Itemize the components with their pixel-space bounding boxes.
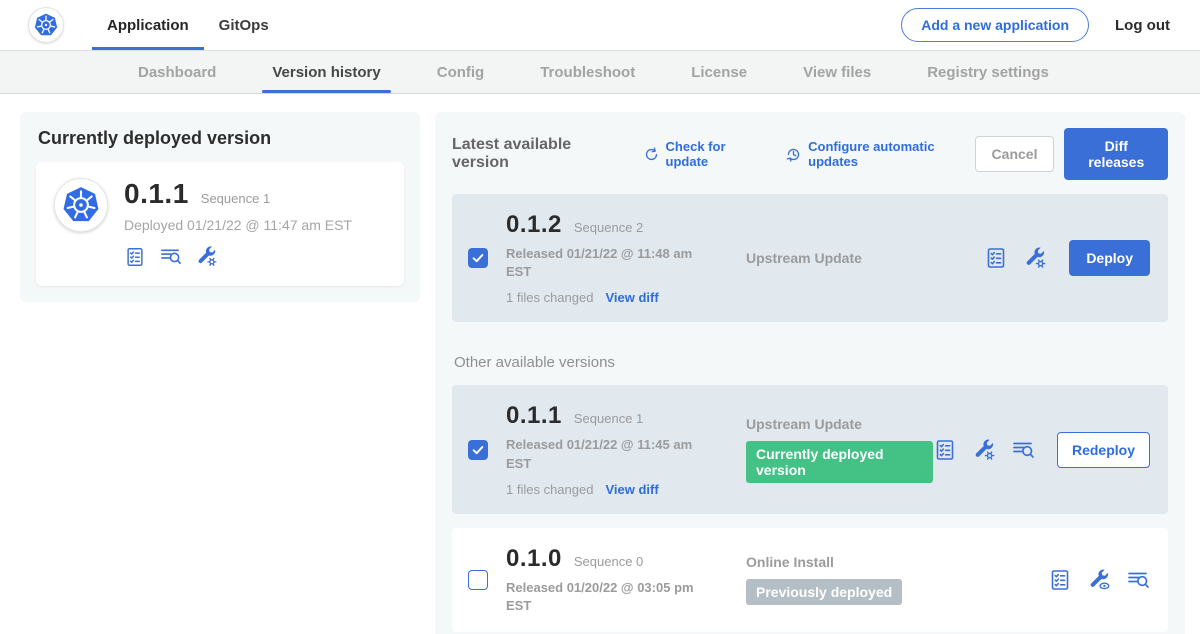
version-source-label: Upstream Update (746, 250, 984, 266)
sequence-label: Sequence 2 (574, 220, 643, 235)
currently-deployed-badge: Currently deployed version (746, 441, 933, 483)
version-row-0-1-1: 0.1.1 Sequence 1 Released 01/21/22 @ 11:… (452, 385, 1168, 513)
logs-icon[interactable] (1011, 438, 1035, 462)
config-icon[interactable] (1023, 246, 1047, 270)
deploy-button[interactable]: Deploy (1069, 240, 1150, 276)
logout-button[interactable]: Log out (1115, 17, 1170, 34)
deployed-version-card: 0.1.1 Sequence 1 Deployed 01/21/22 @ 11:… (36, 162, 404, 286)
release-notes-icon[interactable] (933, 438, 957, 462)
add-application-button[interactable]: Add a new application (901, 8, 1089, 42)
redeploy-button[interactable]: Redeploy (1057, 432, 1150, 468)
version-row-0-1-0: 0.1.0 Sequence 0 Released 01/20/22 @ 03:… (452, 528, 1168, 632)
subnav-item-view-files[interactable]: View files (775, 51, 899, 93)
release-notes-icon[interactable] (984, 246, 1008, 270)
cancel-button[interactable]: Cancel (975, 136, 1055, 172)
files-changed-label: 1 files changed (506, 290, 593, 305)
latest-version-title: Latest available version (452, 136, 621, 172)
latest-version-header: Latest available version Check for updat… (452, 128, 1168, 180)
sequence-label: Sequence 0 (574, 554, 643, 569)
kubernetes-app-icon (54, 178, 108, 232)
subnav-item-license[interactable]: License (663, 51, 775, 93)
refresh-icon (643, 146, 660, 163)
config-icon[interactable] (972, 438, 996, 462)
version-checkbox[interactable] (468, 570, 488, 590)
currently-deployed-title: Currently deployed version (38, 128, 404, 149)
subnav-item-dashboard[interactable]: Dashboard (110, 51, 244, 93)
top-nav-right: Add a new application Log out (901, 8, 1170, 42)
version-checkbox[interactable] (468, 248, 488, 268)
other-versions-title: Other available versions (454, 354, 1168, 371)
app-sub-nav: Dashboard Version history Config Trouble… (0, 50, 1200, 94)
diff-releases-button[interactable]: Diff releases (1064, 128, 1168, 180)
released-timestamp: Released 01/21/22 @ 11:45 am EST (506, 436, 694, 472)
subnav-item-registry-settings[interactable]: Registry settings (899, 51, 1077, 93)
tab-gitops-label: GitOps (219, 17, 269, 34)
version-checkbox[interactable] (468, 440, 488, 460)
tab-gitops[interactable]: GitOps (204, 0, 284, 50)
tab-application[interactable]: Application (92, 0, 204, 50)
config-view-icon[interactable] (1087, 568, 1111, 592)
top-nav: Application GitOps Add a new application… (0, 0, 1200, 50)
sequence-label: Sequence 1 (574, 411, 643, 426)
version-number: 0.1.0 (506, 545, 562, 573)
version-row-0-1-2: 0.1.2 Sequence 2 Released 01/21/22 @ 11:… (452, 194, 1168, 322)
version-number: 0.1.2 (506, 211, 562, 239)
schedule-icon (785, 146, 802, 163)
previously-deployed-badge: Previously deployed (746, 579, 902, 605)
version-history-panel: Latest available version Check for updat… (435, 112, 1185, 634)
tab-application-label: Application (107, 17, 189, 34)
view-diff-link[interactable]: View diff (605, 290, 658, 305)
deployed-timestamp: Deployed 01/21/22 @ 11:47 am EST (124, 217, 352, 233)
main-content: Currently deployed version 0.1.1 Sequenc… (0, 94, 1200, 634)
subnav-item-version-history[interactable]: Version history (244, 51, 408, 93)
released-timestamp: Released 01/20/22 @ 03:05 pm EST (506, 579, 694, 615)
config-icon[interactable] (195, 245, 218, 268)
deployed-version-number: 0.1.1 (124, 178, 189, 210)
deployed-version-info: 0.1.1 Sequence 1 Deployed 01/21/22 @ 11:… (124, 178, 352, 268)
view-diff-link[interactable]: View diff (605, 482, 658, 497)
deployed-sequence-label: Sequence 1 (201, 191, 270, 206)
release-notes-icon[interactable] (1048, 568, 1072, 592)
logs-icon[interactable] (1126, 568, 1150, 592)
release-notes-icon[interactable] (124, 246, 146, 268)
currently-deployed-panel: Currently deployed version 0.1.1 Sequenc… (20, 112, 420, 302)
files-changed-label: 1 files changed (506, 482, 593, 497)
check-for-update-link[interactable]: Check for update (643, 139, 764, 169)
version-number: 0.1.1 (506, 402, 562, 430)
configure-automatic-updates-link[interactable]: Configure automatic updates (785, 139, 974, 169)
top-tabs: Application GitOps (92, 0, 284, 50)
version-source-label: Online Install (746, 554, 1048, 570)
released-timestamp: Released 01/21/22 @ 11:48 am EST (506, 245, 694, 281)
kubernetes-logo (28, 7, 64, 43)
subnav-item-config[interactable]: Config (409, 51, 512, 93)
logs-icon[interactable] (159, 245, 182, 268)
version-source-label: Upstream Update (746, 416, 933, 432)
subnav-item-troubleshoot[interactable]: Troubleshoot (512, 51, 663, 93)
